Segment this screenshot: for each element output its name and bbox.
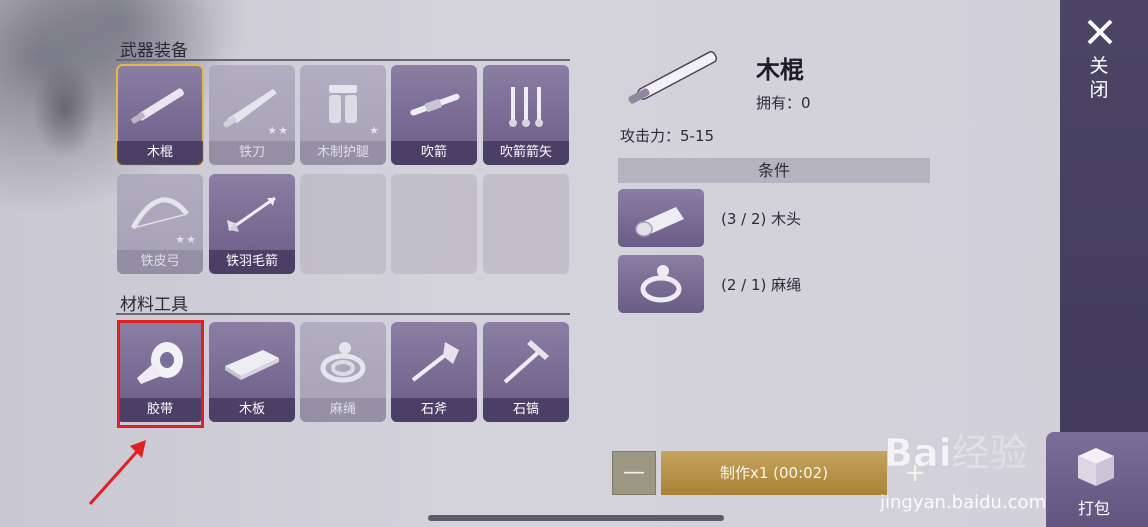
highlight-box (117, 320, 204, 428)
requirement-text-log: (3 / 2) 木头 (721, 210, 802, 228)
tile-iron-knife[interactable]: ★★ 铁刀 (209, 65, 295, 165)
tile-wooden-leggings[interactable]: ★ 木制护腿 (300, 65, 386, 165)
tile-iron-feather-arrow[interactable]: 铁羽毛箭 (209, 174, 295, 274)
wooden-stick-icon (117, 71, 203, 139)
empty-slot (391, 174, 477, 274)
tile-label: 吹箭 (391, 141, 477, 165)
detail-item-name: 木棍 (756, 56, 804, 84)
empty-slot (300, 174, 386, 274)
star-rating: ★★ (175, 233, 197, 246)
tile-label: 石镐 (483, 398, 569, 422)
tile-iron-bow[interactable]: ★★ 铁皮弓 (117, 174, 203, 274)
section-divider (116, 59, 570, 61)
detail-item-icon (620, 40, 730, 110)
tile-blowgun[interactable]: 吹箭 (391, 65, 477, 165)
watermark-brand: Bai经验 (884, 431, 1028, 475)
detail-attack: 攻击力：5-15 (620, 127, 715, 145)
stone-pickaxe-icon (483, 328, 569, 396)
watermark-url: jingyan.baidu.com (880, 492, 1047, 513)
weapons-section-title: 武器装备 (120, 41, 188, 61)
close-icon[interactable] (1086, 18, 1114, 46)
tile-label: 铁皮弓 (117, 250, 203, 274)
star-rating: ★ (369, 124, 380, 137)
requirement-text-rope: (2 / 1) 麻绳 (721, 276, 802, 294)
tile-stone-pickaxe[interactable]: 石镐 (483, 322, 569, 422)
iron-feather-arrow-icon (209, 180, 295, 248)
star-rating: ★★ (267, 124, 289, 137)
tile-label: 石斧 (391, 398, 477, 422)
tile-label: 木板 (209, 398, 295, 422)
annotation-arrow-icon (88, 440, 146, 506)
blowgun-darts-icon (483, 71, 569, 139)
tile-wooden-plank[interactable]: 木板 (209, 322, 295, 422)
log-icon (635, 207, 684, 237)
stone-axe-icon (391, 328, 477, 396)
close-button-label[interactable]: 关闭 (1089, 54, 1109, 102)
requirement-tile-log[interactable] (618, 189, 704, 247)
empty-slot (483, 174, 569, 274)
conditions-header: 条件 (618, 158, 930, 183)
tile-label: 铁羽毛箭 (209, 250, 295, 274)
section-divider (116, 313, 570, 315)
tile-wooden-stick[interactable]: 木棍 (116, 64, 204, 166)
tile-hemp-rope[interactable]: 麻绳 (300, 322, 386, 422)
tile-label: 铁刀 (209, 141, 295, 165)
home-indicator[interactable] (428, 515, 724, 521)
wooden-plank-icon (209, 328, 295, 396)
materials-section-title: 材料工具 (120, 295, 188, 315)
background-character (20, 40, 110, 180)
blowgun-icon (391, 71, 477, 139)
tile-label: 木制护腿 (300, 141, 386, 165)
tile-label: 麻绳 (300, 398, 386, 422)
hemp-rope-icon (300, 328, 386, 396)
tile-label: 吹箭箭矢 (483, 141, 569, 165)
decrease-quantity-button[interactable]: — (612, 451, 656, 495)
requirement-tile-rope[interactable] (618, 255, 704, 313)
detail-owned-count: 拥有：0 (756, 94, 811, 112)
hemp-rope-icon (640, 265, 682, 303)
tile-blowgun-darts[interactable]: 吹箭箭矢 (483, 65, 569, 165)
tile-stone-axe[interactable]: 石斧 (391, 322, 477, 422)
tile-label: 木棍 (117, 141, 203, 165)
craft-button[interactable]: 制作x1 (00:02) (661, 451, 887, 495)
